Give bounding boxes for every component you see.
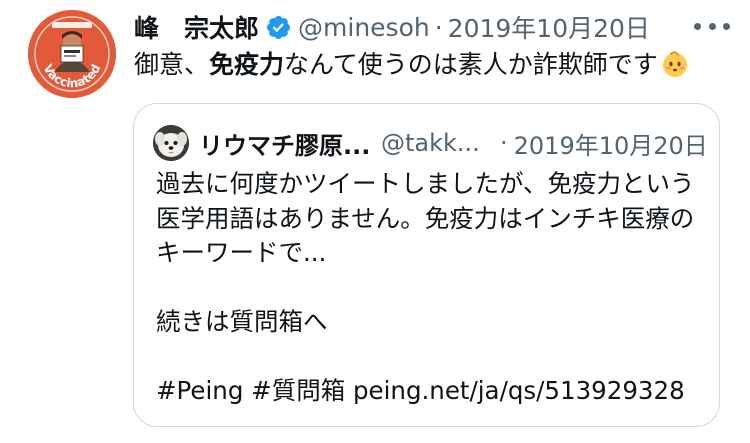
author-avatar[interactable]: Vaccinated (28, 10, 116, 98)
quoted-author-handle[interactable]: @takk... (381, 129, 482, 157)
tweet-text-part-2: なんて使うのは素人か詐欺師です (284, 50, 658, 79)
quoted-tweet-card[interactable]: リウマチ膠原... @takk... · 2019年10月20日 過去に何度かツ… (133, 103, 720, 427)
header-separator: · (434, 12, 443, 42)
quoted-text-line: 続きは質問箱へ (156, 307, 328, 336)
quoted-text-line (156, 271, 695, 306)
tweet-text: 御意、免疫力なんて使うのは素人か詐欺師です (134, 47, 690, 83)
author-handle[interactable]: @minesoh (298, 13, 430, 42)
quoted-text-line (156, 340, 695, 375)
tweet-header: 峰 宗太郎 @minesoh · 2019年10月20日 (134, 9, 650, 45)
dog-avatar-image (153, 125, 189, 161)
quoted-author-display-name[interactable]: リウマチ膠原... (199, 126, 371, 161)
more-dot (694, 22, 701, 30)
quoted-header-separator: · (500, 129, 508, 157)
baby-face-emoji-icon (660, 49, 690, 79)
more-dot (708, 22, 716, 30)
quoted-tweet-timestamp[interactable]: 2019年10月20日 (514, 126, 708, 161)
tweet-timestamp[interactable]: 2019年10月20日 (448, 9, 650, 45)
verified-badge-icon (265, 14, 292, 41)
author-display-name[interactable]: 峰 宗太郎 (134, 9, 259, 45)
avatar-image: Vaccinated (28, 10, 116, 98)
more-dot (723, 22, 730, 30)
quoted-text-line: キーワードで... (156, 238, 327, 267)
quoted-author-avatar (153, 125, 189, 161)
quoted-tweet-header: リウマチ膠原... @takk... · 2019年10月20日 (199, 124, 708, 162)
tweet-text-bold: 免疫力 (209, 50, 285, 79)
quoted-text-line: 過去に何度かツイートしましたが、免疫力という (156, 169, 695, 198)
tweet-text-part-1: 御意、 (134, 50, 210, 79)
quoted-tweet-text: 過去に何度かツイートしましたが、免疫力という 医学用語はありません。免疫力はインチ… (156, 167, 695, 409)
quoted-text-line: 医学用語はありません。免疫力はインチキ医療の (156, 203, 695, 233)
more-options-icon[interactable] (694, 14, 730, 38)
quoted-text-link-line[interactable]: #Peing #質問箱 peing.net/ja/qs/513929328 (156, 374, 695, 409)
